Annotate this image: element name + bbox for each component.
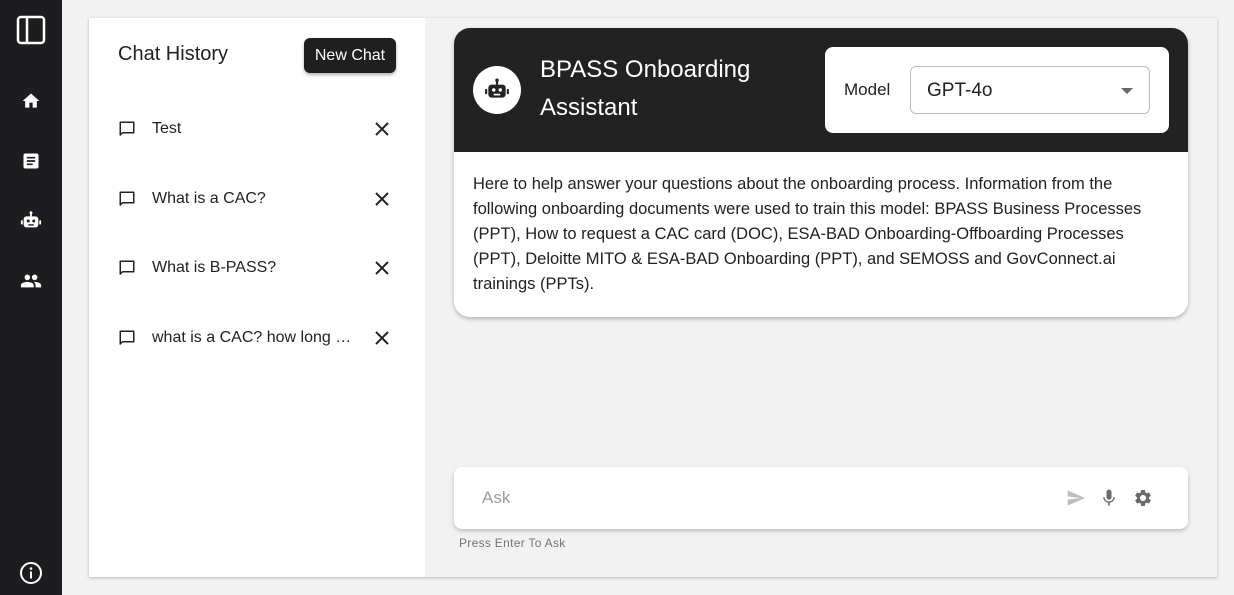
sidebar-toggle-icon bbox=[16, 15, 46, 45]
info-icon bbox=[20, 562, 42, 584]
nav-assistant[interactable] bbox=[11, 201, 51, 241]
sidebar-toggle-button[interactable] bbox=[11, 10, 51, 50]
model-select[interactable]: GPT-4o bbox=[910, 66, 1150, 114]
chat-main: BPASS Onboarding Assistant Model GPT-4o … bbox=[425, 18, 1217, 577]
assistant-description: Here to help answer your questions about… bbox=[473, 175, 1142, 293]
history-item[interactable]: Test bbox=[118, 114, 398, 144]
history-item[interactable]: What is B-PASS? bbox=[118, 253, 398, 283]
send-icon bbox=[1067, 490, 1086, 506]
nav-users[interactable] bbox=[11, 261, 51, 301]
history-item-label: what is a CAC? how long does it take to … bbox=[152, 329, 352, 346]
people-icon bbox=[20, 274, 42, 288]
assistant-intro-card: BPASS Onboarding Assistant Model GPT-4o … bbox=[454, 28, 1188, 317]
settings-button[interactable] bbox=[1132, 487, 1154, 509]
ask-bar bbox=[454, 467, 1188, 529]
assistant-avatar bbox=[473, 66, 521, 114]
chat-history-panel: Chat History New Chat Test What is a CAC… bbox=[89, 18, 425, 577]
robot-icon bbox=[20, 211, 42, 228]
chat-history-title: Chat History bbox=[118, 43, 229, 65]
model-label: Model bbox=[844, 80, 891, 99]
nav-home[interactable] bbox=[11, 81, 51, 121]
assistant-title: BPASS Onboarding Assistant bbox=[540, 56, 751, 121]
microphone-button[interactable] bbox=[1098, 487, 1120, 509]
assistant-header: BPASS Onboarding Assistant Model GPT-4o bbox=[454, 28, 1188, 152]
ask-input[interactable] bbox=[482, 486, 1042, 510]
robot-icon bbox=[485, 78, 509, 98]
history-item-label: What is B-PASS? bbox=[152, 259, 277, 276]
home-icon bbox=[22, 93, 40, 108]
history-item-label: What is a CAC? bbox=[152, 190, 266, 207]
chevron-down-icon bbox=[1121, 88, 1133, 94]
history-item[interactable]: what is a CAC? how long does it take to … bbox=[118, 323, 398, 353]
chat-bubble-icon bbox=[119, 330, 135, 345]
history-item-label: Test bbox=[152, 120, 182, 137]
close-icon[interactable] bbox=[374, 121, 390, 137]
nav-info[interactable] bbox=[11, 553, 51, 593]
ask-hint: Press Enter To Ask bbox=[459, 536, 566, 550]
model-selector-box: Model GPT-4o bbox=[825, 47, 1169, 133]
nav-documents[interactable] bbox=[11, 141, 51, 181]
app-card: Chat History New Chat Test What is a CAC… bbox=[89, 18, 1217, 577]
model-value: GPT-4o bbox=[927, 80, 993, 101]
close-icon[interactable] bbox=[374, 191, 390, 207]
new-chat-button[interactable]: New Chat bbox=[304, 38, 396, 73]
nav-rail bbox=[0, 0, 62, 595]
close-icon[interactable] bbox=[374, 330, 390, 346]
document-icon bbox=[23, 153, 39, 169]
close-icon[interactable] bbox=[374, 260, 390, 276]
send-button[interactable] bbox=[1065, 487, 1087, 509]
microphone-icon bbox=[1103, 489, 1115, 506]
gear-icon bbox=[1135, 490, 1151, 506]
chat-bubble-icon bbox=[119, 191, 135, 206]
chat-bubble-icon bbox=[119, 121, 135, 136]
history-item[interactable]: What is a CAC? bbox=[118, 184, 398, 214]
chat-bubble-icon bbox=[119, 260, 135, 275]
